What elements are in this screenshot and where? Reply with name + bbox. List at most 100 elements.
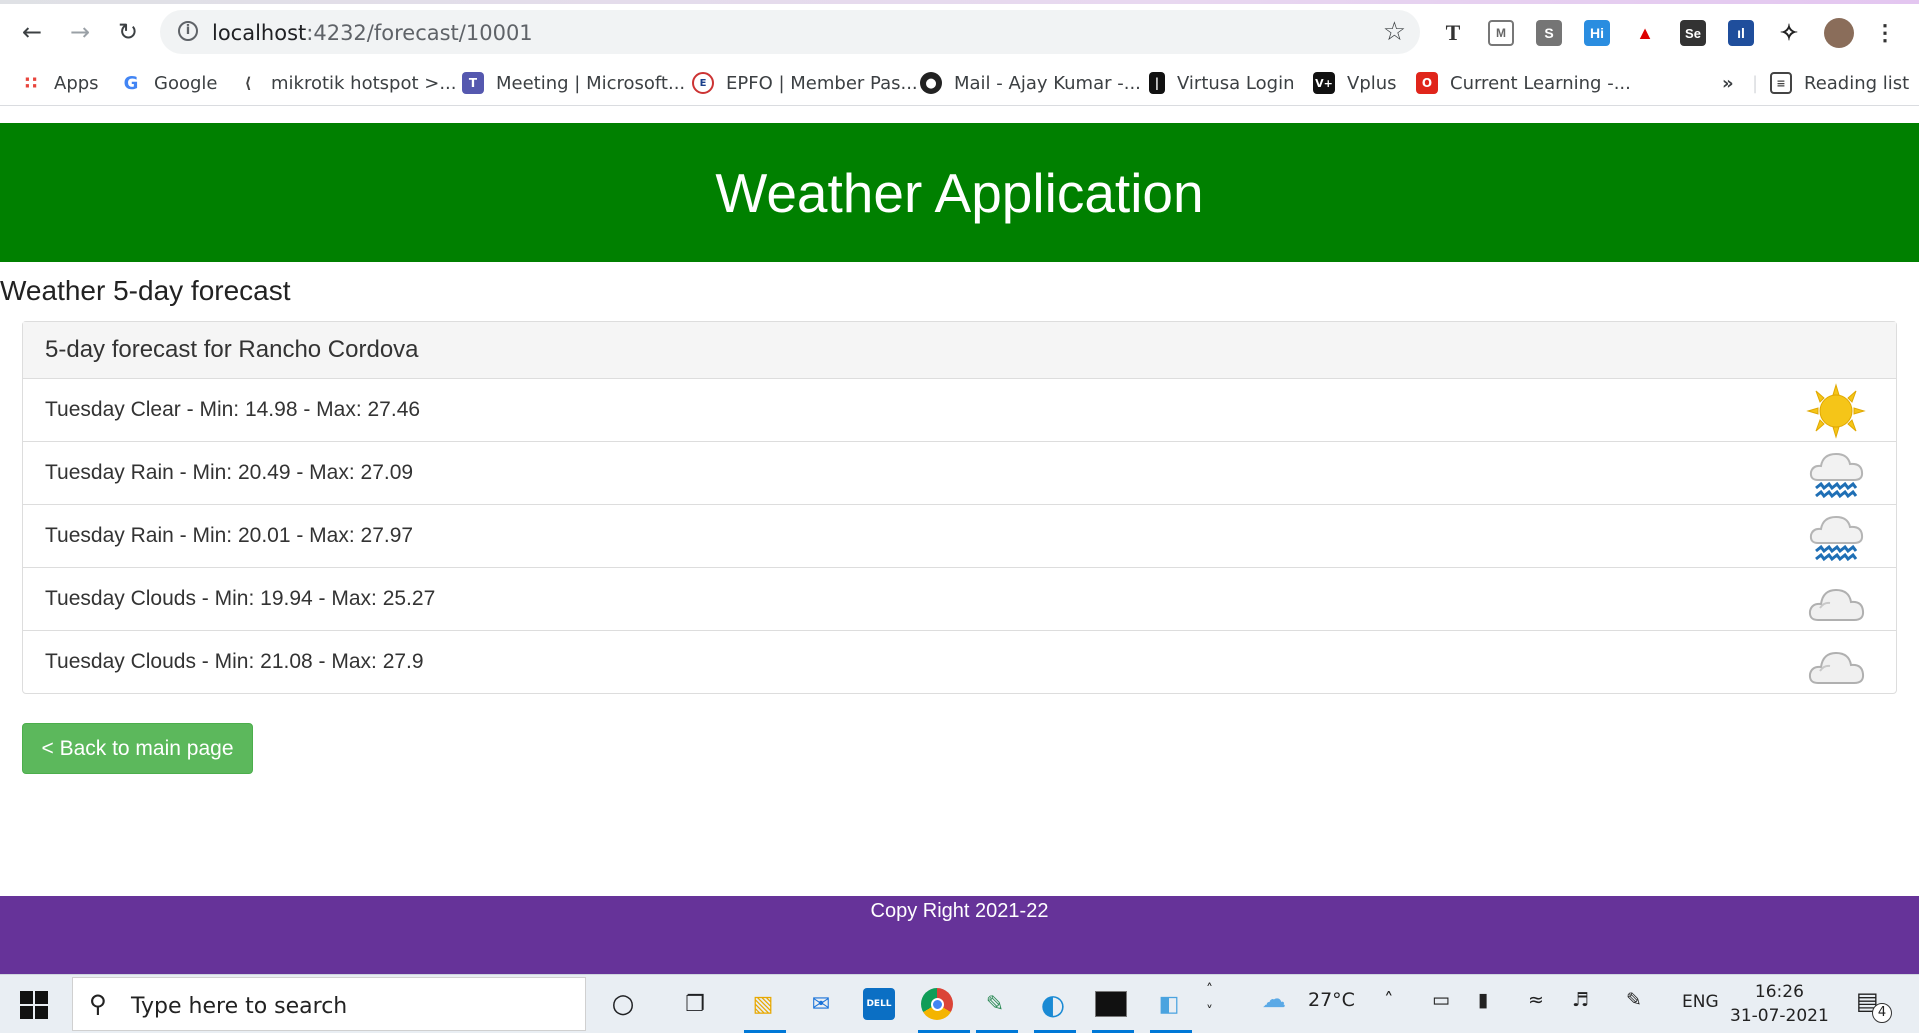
rain-icon	[1809, 515, 1864, 562]
tray-expand-icon[interactable]: ˄	[1384, 989, 1394, 1011]
file-explorer-icon[interactable]: ▧	[744, 985, 782, 1023]
forecast-row: Tuesday Clouds - Min: 19.94 - Max: 25.27	[23, 568, 1896, 631]
pen-icon[interactable]: ✎	[1626, 989, 1642, 1011]
bookmark-vplus[interactable]: V+ Vplus	[1313, 69, 1397, 97]
forecast-text: Tuesday Clouds - Min: 21.08 - Max: 27.9	[45, 650, 424, 673]
terminal-window-icon	[1095, 991, 1127, 1017]
weather-temperature[interactable]: 27°C	[1308, 989, 1355, 1011]
bookmark-label: Current Learning -...	[1450, 72, 1631, 94]
back-arrow-icon[interactable]: ←	[16, 16, 48, 48]
cortana-icon[interactable]: ○	[604, 985, 642, 1023]
volume-icon[interactable]: ♬	[1572, 989, 1589, 1011]
taskbar-scroll-arrows[interactable]: ˄ ˅	[1206, 979, 1213, 1023]
weather-cloud-icon[interactable]: ☁	[1262, 985, 1286, 1013]
reading-list-button[interactable]: ≡ Reading list	[1770, 69, 1909, 97]
s-extension-icon[interactable]: S	[1536, 20, 1562, 46]
bookmark-label: Meeting | Microsoft...	[496, 72, 686, 94]
reload-icon[interactable]: ↻	[112, 16, 144, 48]
windows-start-icon[interactable]	[20, 991, 48, 1019]
chrome-logo-icon	[921, 988, 953, 1020]
address-bar[interactable]: i localhost:4232/forecast/10001 ☆	[160, 10, 1420, 54]
back-to-main-button[interactable]: < Back to main page	[22, 723, 253, 774]
bookmark-star-icon[interactable]: ☆	[1383, 17, 1406, 47]
forecast-row: Tuesday Clouds - Min: 21.08 - Max: 27.9	[23, 631, 1896, 693]
language-indicator[interactable]: ENG	[1682, 992, 1719, 1012]
hi-extension-icon[interactable]: Hi	[1584, 20, 1610, 46]
url-path: :4232/forecast/10001	[306, 21, 533, 45]
forecast-text: Tuesday Clouds - Min: 19.94 - Max: 25.27	[45, 587, 436, 610]
app-title: Weather Application	[715, 161, 1204, 224]
copyright-text: Copy Right 2021-22	[870, 900, 1049, 922]
bookmark-label: Mail - Ajay Kumar -...	[954, 72, 1141, 94]
page-subtitle: Weather 5-day forecast	[0, 275, 291, 306]
train-extension-icon[interactable]: ▲	[1632, 20, 1658, 46]
mail-app-icon[interactable]: ✉	[802, 985, 840, 1023]
chart-extension-icon[interactable]: ıl	[1728, 20, 1754, 46]
bookmark-virtusa[interactable]: | Virtusa Login	[1149, 69, 1294, 97]
more-bookmarks-button[interactable]: »	[1722, 69, 1734, 97]
bookmark-label: Vplus	[1347, 72, 1397, 94]
search-placeholder: Type here to search	[131, 994, 348, 1019]
site-info-icon[interactable]: i	[178, 21, 198, 41]
dell-logo-icon: DELL	[863, 988, 895, 1020]
chrome-icon[interactable]	[918, 985, 956, 1023]
notes-app-icon[interactable]: ◧	[1150, 985, 1188, 1023]
bookmark-google[interactable]: G Google	[120, 69, 218, 97]
terminal-icon[interactable]	[1092, 985, 1130, 1023]
teams-icon: T	[462, 72, 484, 94]
bookmark-label: Virtusa Login	[1177, 72, 1295, 94]
url-text[interactable]: localhost:4232/forecast/10001	[212, 21, 533, 45]
task-view-icon[interactable]: ❐	[676, 985, 714, 1023]
taskbar-search-box[interactable]: ⚲ Type here to search	[72, 977, 586, 1031]
bookmark-label: EPFO | Member Pas...	[726, 72, 918, 94]
battery-icon[interactable]: ▮	[1478, 989, 1488, 1011]
bookmark-label: mikrotik hotspot >...	[271, 72, 457, 94]
browser-toolbar: ← → ↻ i localhost:4232/forecast/10001 ☆ …	[0, 4, 1919, 60]
edge-icon[interactable]: ◐	[1034, 985, 1072, 1023]
forecast-row: Tuesday Rain - Min: 20.49 - Max: 27.09	[23, 442, 1896, 505]
dell-app-icon[interactable]: DELL	[860, 985, 898, 1023]
rain-icon	[1809, 452, 1864, 499]
windows-taskbar: ⚲ Type here to search ○ ❐ ▧ ✉ DELL ✎ ◐ ◧…	[0, 974, 1919, 1033]
extensions-puzzle-icon[interactable]: ✧	[1776, 20, 1802, 46]
bookmark-label: Apps	[54, 72, 99, 94]
forecast-panel: 5-day forecast for Rancho Cordova Tuesda…	[22, 321, 1897, 694]
globe-icon: ●	[920, 72, 942, 94]
wifi-icon[interactable]: ≈	[1528, 989, 1544, 1011]
apps-grid-icon: ∷	[24, 72, 38, 94]
forecast-row: Tuesday Rain - Min: 20.01 - Max: 27.97	[23, 505, 1896, 568]
reading-list-icon: ≡	[1770, 72, 1792, 94]
search-icon: ⚲	[89, 990, 107, 1018]
meet-now-icon[interactable]: ▭	[1432, 989, 1450, 1011]
forecast-text: Tuesday Rain - Min: 20.01 - Max: 27.97	[45, 524, 414, 547]
notepad-plus-icon[interactable]: ✎	[976, 985, 1014, 1023]
forward-arrow-icon[interactable]: →	[64, 16, 96, 48]
forecast-text: Tuesday Rain - Min: 20.49 - Max: 27.09	[45, 461, 414, 484]
clock-time: 16:26	[1754, 982, 1804, 1002]
text-extension-icon[interactable]: T	[1440, 20, 1466, 46]
system-clock[interactable]: 16:26 31-07-2021	[1730, 980, 1829, 1028]
bookmarks-bar: ∷ Apps G Google ⟨ mikrotik hotspot >... …	[0, 60, 1919, 106]
forecast-row: Tuesday Clear - Min: 14.98 - Max: 27.46	[23, 379, 1896, 442]
selenium-extension-icon[interactable]: Se	[1680, 20, 1706, 46]
oracle-icon: O	[1416, 72, 1438, 94]
reading-list-label: Reading list	[1804, 72, 1910, 94]
bookmark-epfo[interactable]: E EPFO | Member Pas...	[692, 69, 918, 97]
bookmark-apps[interactable]: ∷ Apps	[20, 69, 99, 97]
cloud-icon	[1808, 588, 1865, 621]
menu-dots-icon[interactable]: ⋮	[1872, 20, 1898, 46]
clock-date: 31-07-2021	[1730, 1006, 1829, 1026]
bookmark-label: Google	[154, 72, 218, 94]
google-icon: G	[123, 72, 139, 94]
mikrotik-icon: ⟨	[244, 74, 252, 92]
bookmark-mikrotik[interactable]: ⟨ mikrotik hotspot >...	[237, 69, 457, 97]
notification-count-badge: 4	[1872, 1003, 1892, 1023]
url-host: localhost	[212, 21, 307, 45]
app-header: Weather Application	[0, 123, 1919, 262]
bookmark-current-learning[interactable]: O Current Learning -...	[1416, 69, 1631, 97]
gmail-checker-icon[interactable]: M	[1488, 20, 1514, 46]
profile-avatar[interactable]	[1824, 18, 1854, 48]
bookmark-teams[interactable]: T Meeting | Microsoft...	[462, 69, 685, 97]
chrome-center-icon	[930, 997, 944, 1011]
bookmark-mail[interactable]: ● Mail - Ajay Kumar -...	[920, 69, 1141, 97]
